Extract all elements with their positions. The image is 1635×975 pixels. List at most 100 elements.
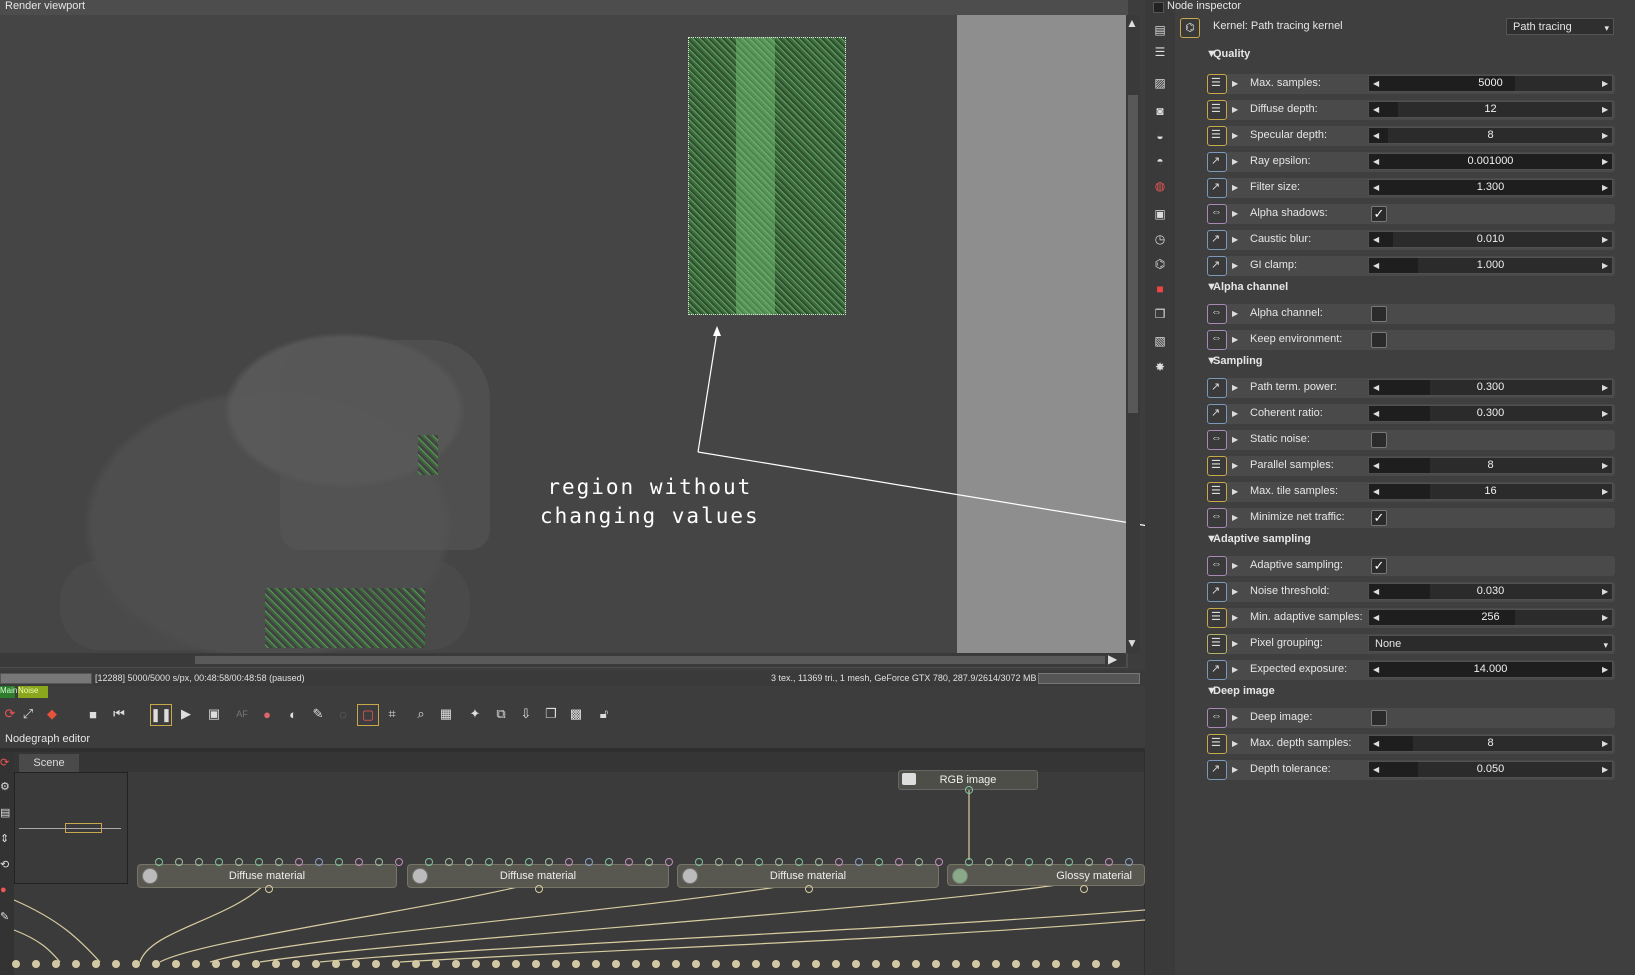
- expand-arrow-icon[interactable]: ▶: [1232, 587, 1238, 596]
- graph-bottom-pin[interactable]: [552, 960, 560, 968]
- graph-bottom-pin[interactable]: [652, 960, 660, 968]
- node-input-pin[interactable]: [665, 858, 673, 866]
- node-input-pin[interactable]: [255, 858, 263, 866]
- stop-icon[interactable]: ■: [83, 704, 103, 724]
- graph-bottom-pin[interactable]: [1052, 960, 1060, 968]
- param-type-icon[interactable]: ↗: [1207, 404, 1227, 424]
- param-select-pixel-grouping[interactable]: None ▾: [1368, 635, 1613, 652]
- material-icon[interactable]: ◍: [1152, 178, 1168, 194]
- node-input-pin[interactable]: [235, 858, 243, 866]
- cube-icon[interactable]: ◆: [42, 704, 62, 724]
- graph-bottom-pin[interactable]: [852, 960, 860, 968]
- expand-arrow-icon[interactable]: ▶: [1232, 183, 1238, 192]
- param-checkbox-deep-image[interactable]: [1371, 710, 1387, 726]
- graph-bottom-pin[interactable]: [32, 960, 40, 968]
- node-input-pin[interactable]: [295, 858, 303, 866]
- animation-icon[interactable]: ◷: [1152, 231, 1168, 247]
- node-input-pin[interactable]: [855, 858, 863, 866]
- node-input-pin[interactable]: [1025, 858, 1033, 866]
- graph-bottom-pin[interactable]: [972, 960, 980, 968]
- expand-arrow-icon[interactable]: ▶: [1232, 157, 1238, 166]
- imager-icon[interactable]: ▧: [1152, 333, 1168, 349]
- main-tag[interactable]: Main: [0, 686, 17, 698]
- expand-arrow-icon[interactable]: ▶: [1232, 561, 1238, 570]
- scroll-right-icon[interactable]: ▶: [1108, 652, 1117, 666]
- picker-icon[interactable]: ✦: [465, 704, 485, 724]
- param-type-icon[interactable]: ⇔: [1207, 708, 1227, 728]
- graph-bottom-pin[interactable]: [392, 960, 400, 968]
- graph-bottom-pin[interactable]: [1012, 960, 1020, 968]
- node-input-pin[interactable]: [605, 858, 613, 866]
- viewport-horizontal-scroll-thumb[interactable]: [195, 656, 1105, 664]
- nodegraph-refresh-icon[interactable]: ⟳: [0, 756, 9, 769]
- node-input-pin[interactable]: [1125, 858, 1133, 866]
- param-type-icon[interactable]: ☰: [1207, 734, 1227, 754]
- graph-bottom-pin[interactable]: [112, 960, 120, 968]
- region-icon[interactable]: ▢: [357, 704, 379, 726]
- film-icon[interactable]: ▦: [436, 704, 456, 724]
- postprocess-icon[interactable]: ✸: [1152, 359, 1168, 375]
- node-input-pin[interactable]: [1085, 858, 1093, 866]
- node-input-pin[interactable]: [465, 858, 473, 866]
- expand-arrow-icon[interactable]: ▶: [1232, 335, 1238, 344]
- export-icon[interactable]: ⇩: [516, 704, 536, 724]
- param-checkbox-static-noise[interactable]: [1371, 432, 1387, 448]
- node-input-pin[interactable]: [1105, 858, 1113, 866]
- param-checkbox-keep-environment[interactable]: [1371, 332, 1387, 348]
- param-type-icon[interactable]: ☰: [1207, 634, 1227, 654]
- graph-bottom-pin[interactable]: [732, 960, 740, 968]
- sphere-icon[interactable]: ◐: [283, 704, 303, 724]
- param-type-icon[interactable]: ⇔: [1207, 508, 1227, 528]
- graph-bottom-pin[interactable]: [52, 960, 60, 968]
- color-icon[interactable]: ●: [257, 704, 277, 724]
- node-input-pin[interactable]: [1045, 858, 1053, 866]
- graph-bottom-pin[interactable]: [212, 960, 220, 968]
- node-input-pin[interactable]: [935, 858, 943, 866]
- graph-bottom-pin[interactable]: [412, 960, 420, 968]
- expand-arrow-icon[interactable]: ▶: [1232, 765, 1238, 774]
- crop-icon[interactable]: ⌗: [382, 704, 402, 724]
- node-input-pin[interactable]: [485, 858, 493, 866]
- node-input-pin[interactable]: [355, 858, 363, 866]
- copy-icon[interactable]: ⧉: [491, 704, 511, 724]
- expand-arrow-icon[interactable]: ▶: [1232, 209, 1238, 218]
- node-input-pin[interactable]: [425, 858, 433, 866]
- refresh-icon[interactable]: ⟳: [0, 704, 20, 724]
- screenshot-icon[interactable]: ▩: [566, 704, 586, 724]
- node-input-pin[interactable]: [985, 858, 993, 866]
- graph-bottom-pin[interactable]: [612, 960, 620, 968]
- node-input-pin[interactable]: [585, 858, 593, 866]
- kernel-icon[interactable]: ⌬: [1152, 256, 1168, 272]
- expand-arrow-icon[interactable]: ▶: [1232, 79, 1238, 88]
- expand-arrow-icon[interactable]: ▶: [1232, 383, 1238, 392]
- node-list-icon[interactable]: ▤: [1152, 22, 1168, 38]
- param-type-icon[interactable]: ↗: [1207, 760, 1227, 780]
- graph-bottom-pin[interactable]: [352, 960, 360, 968]
- param-type-icon[interactable]: ⇔: [1207, 304, 1227, 324]
- graph-bottom-pin[interactable]: [872, 960, 880, 968]
- graph-bottom-pin[interactable]: [912, 960, 920, 968]
- camera-icon[interactable]: ◙: [1152, 103, 1168, 119]
- node-output-pin[interactable]: [805, 885, 813, 893]
- param-type-icon[interactable]: ⇔: [1207, 556, 1227, 576]
- section-quality[interactable]: Quality: [1213, 48, 1250, 60]
- viewport-vertical-scroll-thumb[interactable]: [1128, 95, 1138, 413]
- expand-arrow-icon[interactable]: ▶: [1232, 487, 1238, 496]
- node-input-pin[interactable]: [965, 858, 973, 866]
- node-input-pin[interactable]: [695, 858, 703, 866]
- geometry-icon[interactable]: ❒: [1152, 306, 1168, 322]
- node-input-pin[interactable]: [505, 858, 513, 866]
- node-output-pin[interactable]: [1080, 885, 1088, 893]
- node-input-pin[interactable]: [375, 858, 383, 866]
- section-deep[interactable]: Deep image: [1213, 685, 1275, 697]
- expand-arrow-icon[interactable]: ▶: [1232, 409, 1238, 418]
- param-type-icon[interactable]: ☰: [1207, 482, 1227, 502]
- graph-bottom-pin[interactable]: [172, 960, 180, 968]
- param-checkbox-adaptive-sampling[interactable]: ✓: [1371, 558, 1387, 574]
- graph-bottom-pin[interactable]: [252, 960, 260, 968]
- node-input-pin[interactable]: [835, 858, 843, 866]
- image-icon[interactable]: ▨: [1152, 75, 1168, 91]
- node-input-pin[interactable]: [875, 858, 883, 866]
- param-checkbox-alpha-shadows[interactable]: ✓: [1371, 206, 1387, 222]
- dof-icon[interactable]: ◌: [333, 704, 353, 724]
